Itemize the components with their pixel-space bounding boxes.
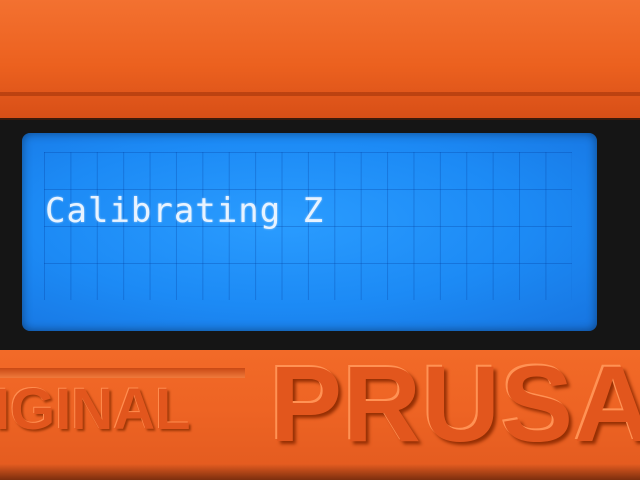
bottom-shadow <box>0 464 640 480</box>
printer-front-panel: Calibrating Z IGINAL PRUSA <box>0 0 640 480</box>
lcd-status-text: Calibrating Z <box>45 191 325 231</box>
brand-original-text: IGINAL <box>0 377 191 442</box>
case-ridge <box>0 92 640 96</box>
printer-case-top <box>0 0 640 118</box>
brand-prusa-logo: PRUSA <box>270 343 640 464</box>
